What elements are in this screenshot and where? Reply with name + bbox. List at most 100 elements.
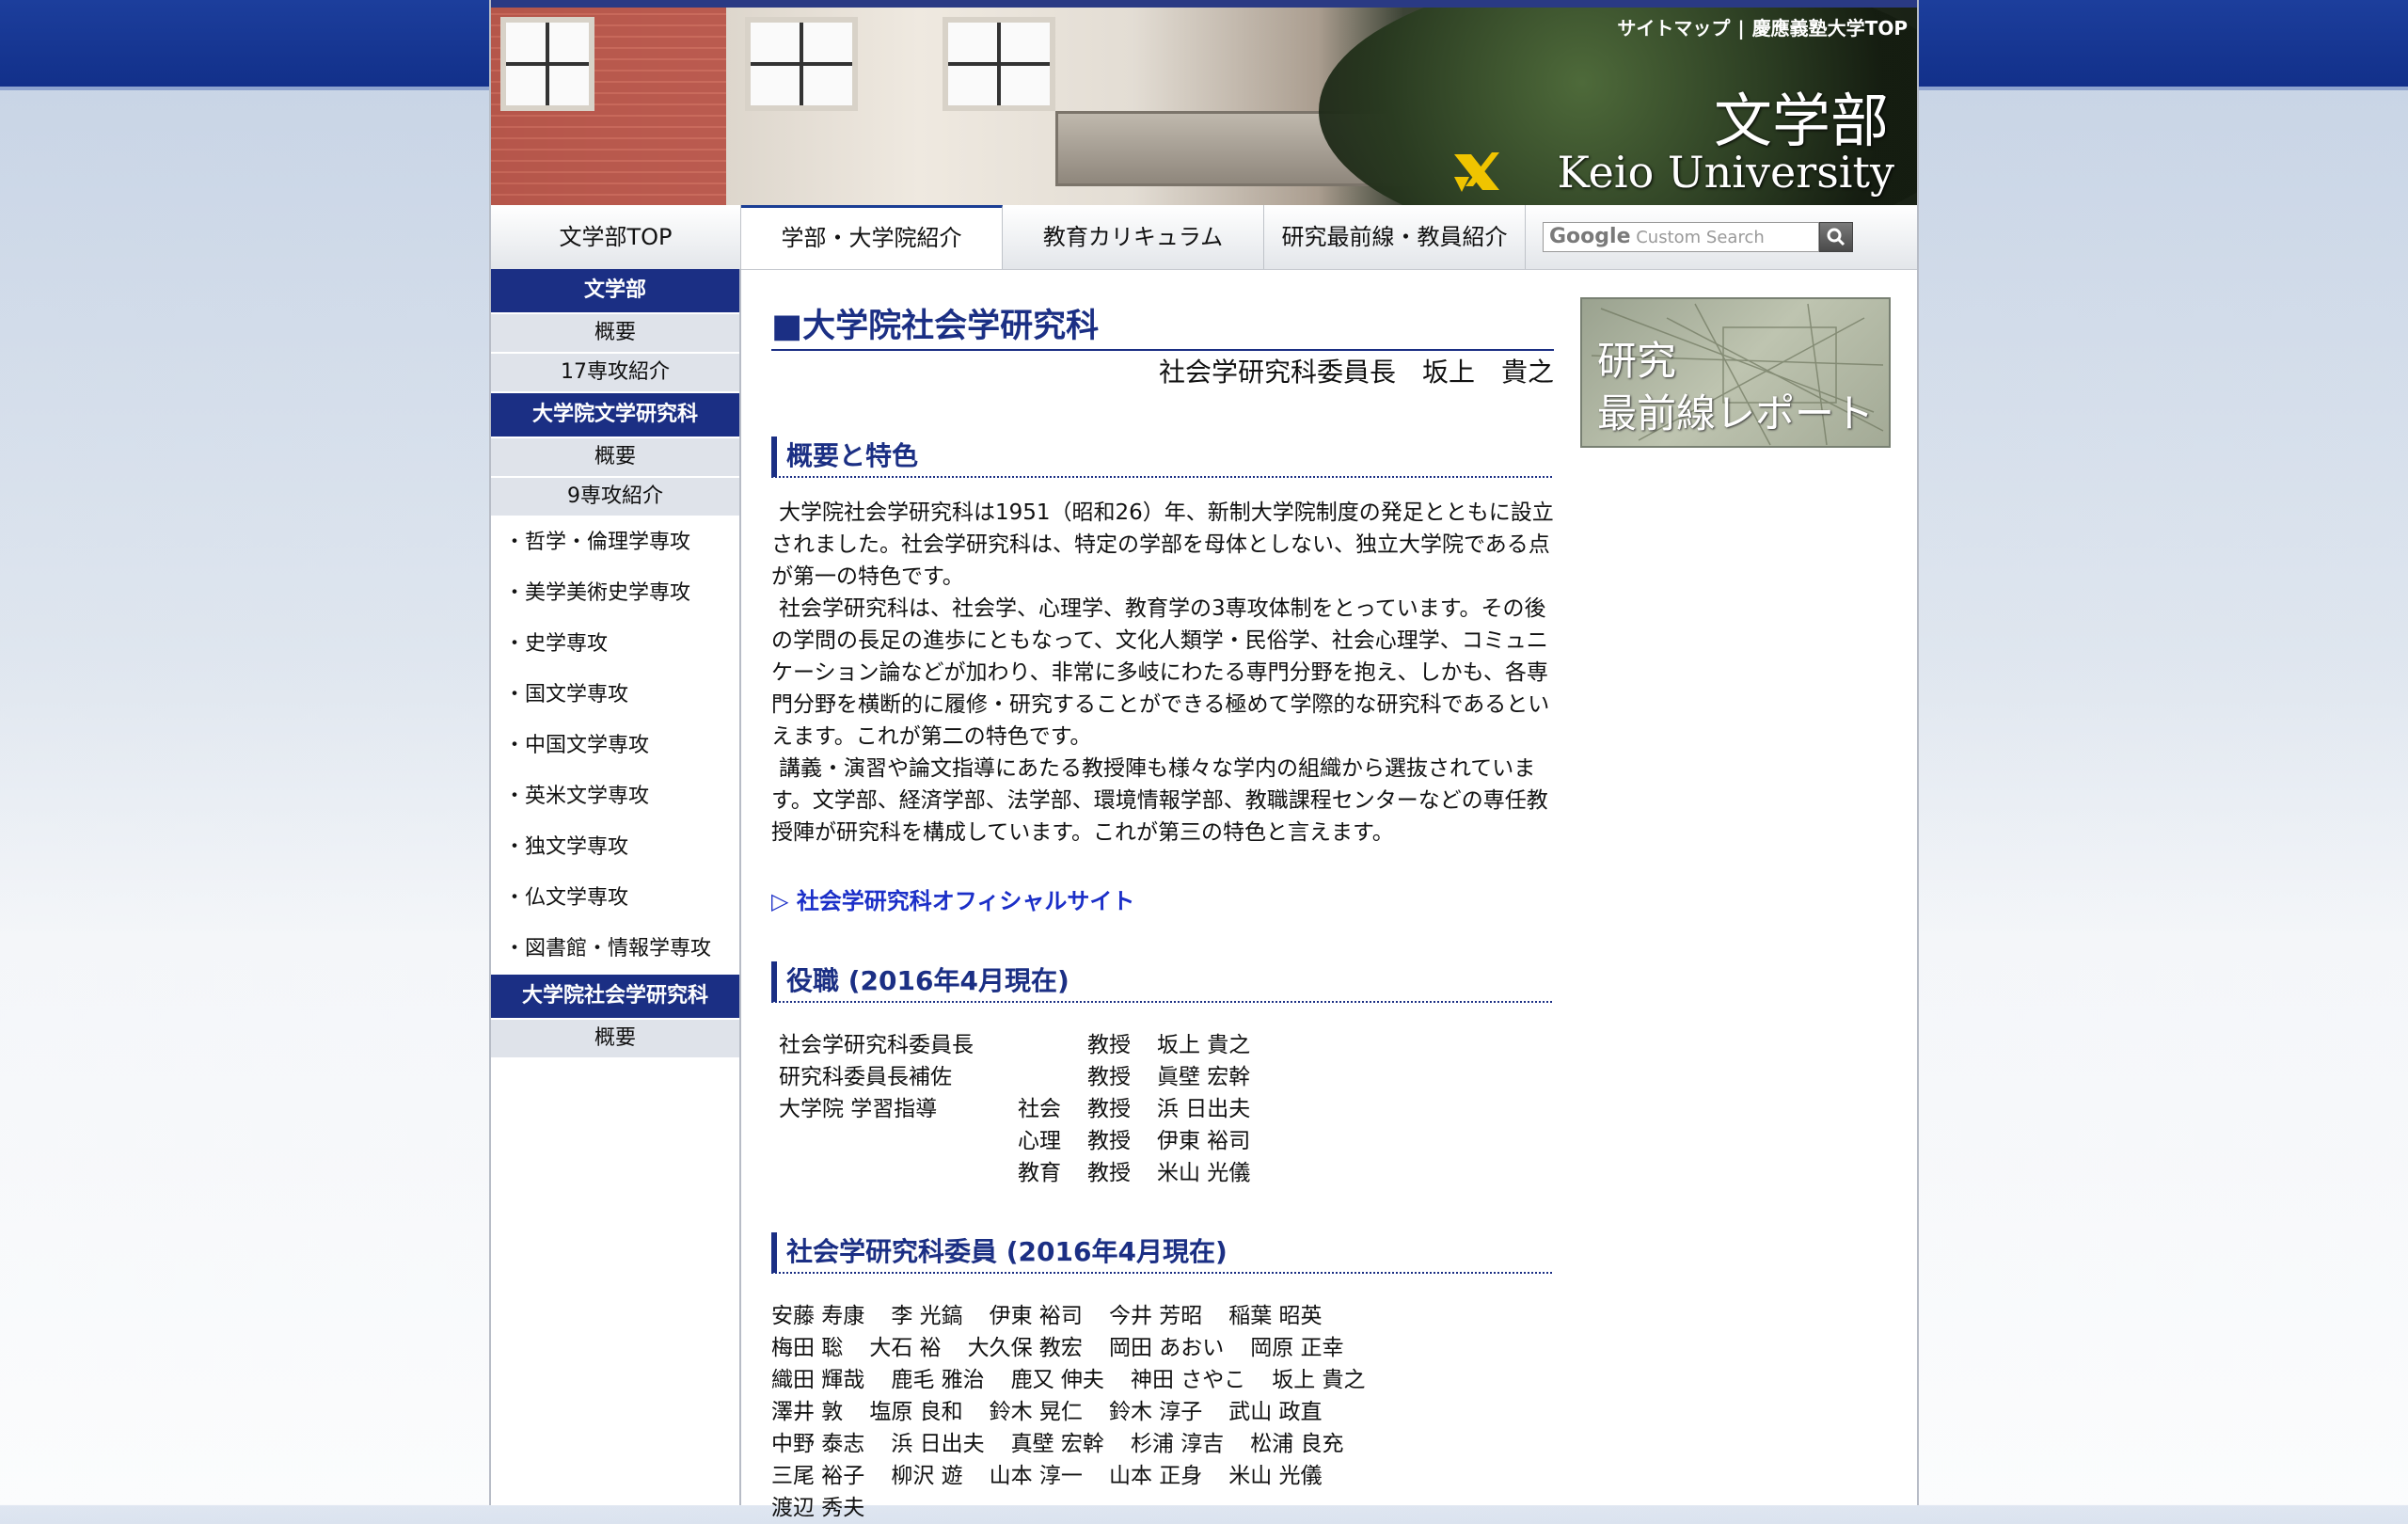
member-name: 坂上 貴之 (1272, 1368, 1366, 1392)
nav-item-intro[interactable]: 学部・大学院紹介 (741, 205, 1003, 269)
sidebar-item-history[interactable]: ・史学専攻 (491, 619, 739, 670)
nav-item-research[interactable]: 研究最前線・教員紹介 (1264, 205, 1526, 269)
member-name: 岡田 あおい (1108, 1336, 1225, 1360)
global-nav: 文学部TOP 学部・大学院紹介 教育カリキュラム 研究最前線・教員紹介 Goog… (491, 205, 1917, 270)
member-row: 織田 輝哉 鹿毛 雅治 鹿又 伸夫 神田 さやこ 坂上 貴之 (771, 1364, 1392, 1396)
rank-cell: 教授 (1087, 1161, 1131, 1185)
role-cell: 研究科委員長補佐 (779, 1065, 952, 1089)
sidebar-item-chinese-lit[interactable]: ・中国文学専攻 (491, 721, 739, 771)
nav-item-faculty-top[interactable]: 文学部TOP (491, 205, 741, 269)
member-name: 柳沢 遊 (891, 1464, 963, 1488)
nav-item-curriculum[interactable]: 教育カリキュラム (1003, 205, 1264, 269)
sidebar-item-9-majors[interactable]: 9専攻紹介 (491, 478, 739, 517)
member-row: 渡辺 秀夫 (771, 1492, 1392, 1524)
sidebar-head-graduate-letters[interactable]: 大学院文学研究科 (491, 393, 739, 438)
sidebar-item-philosophy[interactable]: ・哲学・倫理学専攻 (491, 517, 739, 568)
sidebar: 文学部 概要 17専攻紹介 大学院文学研究科 概要 9専攻紹介 ・哲学・倫理学専… (491, 269, 741, 1505)
google-logo: Google (1549, 225, 1631, 248)
site-header: サイトマップ | 慶應義塾大学TOP 文学部 Keio University (491, 0, 1917, 205)
member-name: 武山 政直 (1228, 1400, 1323, 1424)
sidebar-item-library-science[interactable]: ・図書館・情報学専攻 (491, 924, 739, 975)
section-heading-positions: 役職 (2016年4月現在) (771, 961, 1552, 1003)
member-name: 澤井 敦 (771, 1400, 844, 1424)
overview-paragraph: 講義・演習や論文指導にあたる教授陣も様々な学内の組織から選抜されています。文学部… (771, 756, 1548, 845)
search-button[interactable] (1819, 222, 1853, 252)
member-name: 今井 芳昭 (1108, 1304, 1203, 1328)
role-cell (779, 1125, 1018, 1157)
member-name: 大石 裕 (869, 1336, 942, 1360)
logo-university-name[interactable]: Keio University (1558, 147, 1894, 198)
member-name: 神田 さやこ (1130, 1368, 1246, 1392)
sidebar-item-german-lit[interactable]: ・独文学専攻 (491, 822, 739, 873)
member-row: 中野 泰志 浜 日出夫 真壁 宏幹 杉浦 淳吉 松浦 良充 (771, 1428, 1392, 1460)
section-heading-committee: 社会学研究科委員 (2016年4月現在) (771, 1232, 1552, 1274)
table-row: 社会学研究科委員長 教授 坂上 貴之 (779, 1029, 1250, 1061)
name-cell: 伊東 裕司 (1157, 1129, 1251, 1153)
field-cell (1018, 1029, 1087, 1061)
sidebar-item-english-lit[interactable]: ・英米文学専攻 (491, 771, 739, 822)
member-name: 鹿毛 雅治 (891, 1368, 985, 1392)
table-row: 心理 教授 伊東 裕司 (779, 1125, 1250, 1157)
role-cell (779, 1157, 1018, 1189)
name-cell: 浜 日出夫 (1157, 1097, 1251, 1121)
member-row: 澤井 敦 塩原 良和 鈴木 晃仁 鈴木 淳子 武山 政直 (771, 1396, 1392, 1428)
field-cell: 心理 (1018, 1129, 1061, 1153)
search-icon (1827, 228, 1846, 246)
name-cell: 坂上 貴之 (1157, 1033, 1251, 1057)
role-cell: 社会学研究科委員長 (779, 1033, 974, 1057)
sidebar-item-overview[interactable]: 概要 (491, 1020, 739, 1059)
member-name: 米山 光儀 (1228, 1464, 1323, 1488)
member-row: 安藤 寿康 李 光鎬 伊東 裕司 今井 芳昭 稲葉 昭英 (771, 1300, 1392, 1332)
field-cell: 教育 (1018, 1161, 1061, 1185)
dean-name: 社会学研究科委員長 坂上 貴之 (1158, 357, 1554, 388)
member-name: 中野 泰志 (771, 1432, 865, 1456)
member-name: 岡原 正幸 (1250, 1336, 1344, 1360)
sidebar-item-aesthetics[interactable]: ・美学美術史学専攻 (491, 568, 739, 619)
logo-faculty-name[interactable]: 文学部 (1714, 73, 1889, 158)
sidebar-item-17-majors[interactable]: 17専攻紹介 (491, 354, 739, 393)
keio-pen-logo-icon[interactable] (1450, 149, 1503, 196)
sidebar-item-french-lit[interactable]: ・仏文学専攻 (491, 873, 739, 924)
rank-cell: 教授 (1087, 1065, 1131, 1089)
sidebar-item-japanese-lit[interactable]: ・国文学専攻 (491, 670, 739, 721)
member-name: 三尾 裕子 (771, 1464, 865, 1488)
member-name: 山本 淳一 (989, 1464, 1083, 1488)
sidebar-head-graduate-sociology[interactable]: 大学院社会学研究科 (491, 975, 739, 1020)
header-photo-window (943, 17, 1055, 111)
member-name: 稲葉 昭英 (1228, 1304, 1323, 1328)
research-report-banner[interactable]: 研究 最前線レポート (1580, 297, 1891, 448)
member-row: 三尾 裕子 柳沢 遊 山本 淳一 山本 正身 米山 光儀 (771, 1460, 1392, 1492)
field-cell: 社会 (1018, 1097, 1061, 1121)
sidebar-head-faculty[interactable]: 文学部 (491, 269, 739, 314)
overview-text: 大学院社会学研究科は1951（昭和26）年、新制大学院制度の発足とともに設立され… (771, 497, 1561, 849)
page-container: サイトマップ | 慶應義塾大学TOP 文学部 Keio University 文学部… (489, 0, 1919, 1520)
member-name: 渡辺 秀夫 (771, 1496, 865, 1520)
toplinks-separator: | (1737, 17, 1745, 40)
member-name: 鹿又 伸夫 (1010, 1368, 1104, 1392)
overview-paragraph: 社会学研究科は、社会学、心理学、教育学の3専攻体制をとっています。その後の学問の… (771, 596, 1550, 749)
section-heading-overview: 概要と特色 (771, 437, 1552, 478)
keio-top-link[interactable]: 慶應義塾大学TOP (1752, 17, 1908, 40)
member-name: 伊東 裕司 (989, 1304, 1083, 1328)
member-name: 松浦 良充 (1250, 1432, 1344, 1456)
sidebar-item-overview[interactable]: 概要 (491, 314, 739, 354)
sidebar-item-overview[interactable]: 概要 (491, 438, 739, 478)
member-name: 鈴木 淳子 (1108, 1400, 1203, 1424)
table-row: 大学院 学習指導 社会 教授 浜 日出夫 (779, 1093, 1250, 1125)
overview-paragraph: 大学院社会学研究科は1951（昭和26）年、新制大学院制度の発足とともに設立され… (771, 500, 1554, 589)
role-cell: 大学院 学習指導 (779, 1097, 938, 1121)
field-cell (1018, 1061, 1087, 1093)
official-site-link[interactable]: ▷ 社会学研究科オフィシャルサイト (771, 882, 1134, 915)
sitemap-link[interactable]: サイトマップ (1617, 17, 1730, 40)
member-name: 山本 正身 (1108, 1464, 1203, 1488)
table-row: 教育 教授 米山 光儀 (779, 1157, 1250, 1189)
member-name: 織田 輝哉 (771, 1368, 865, 1392)
member-name: 大久保 教宏 (967, 1336, 1083, 1360)
member-row: 梅田 聡 大石 裕 大久保 教宏 岡田 あおい 岡原 正幸 (771, 1332, 1392, 1364)
banner-line-1: 研究 (1597, 338, 1677, 384)
rank-cell: 教授 (1087, 1097, 1131, 1121)
header-photo-window (745, 17, 858, 111)
name-cell: 眞壁 宏幹 (1157, 1065, 1251, 1089)
member-name: 塩原 良和 (869, 1400, 963, 1424)
search-input[interactable]: Google Custom Search (1543, 222, 1819, 252)
